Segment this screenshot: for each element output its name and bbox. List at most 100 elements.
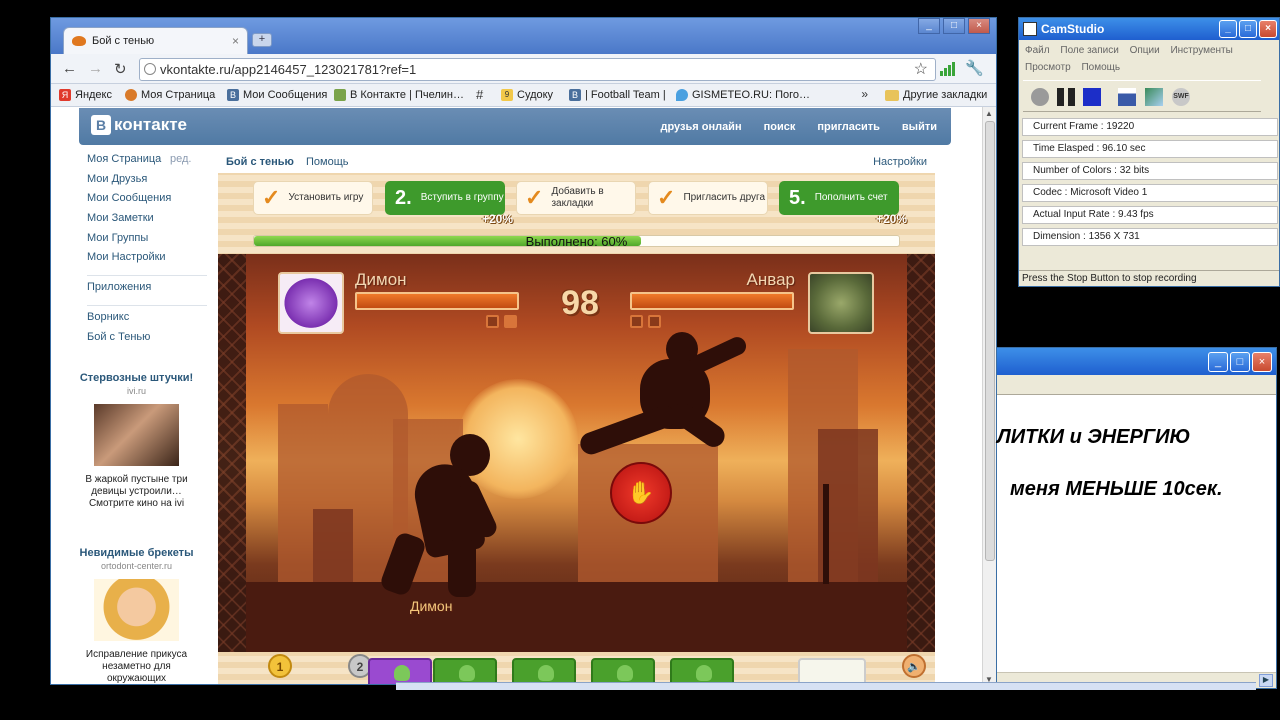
game-canvas[interactable]: Димон 98 Анвар ✋ Димон: [218, 254, 935, 652]
friend-slot[interactable]: [670, 658, 734, 684]
player-right-round-pip: [648, 315, 661, 328]
hit-button[interactable]: ✋: [610, 462, 672, 524]
menu-item[interactable]: Мои Заметки: [87, 212, 207, 232]
app-name-link[interactable]: Бой с тенью: [226, 156, 294, 168]
bookmark-yandex[interactable]: Я Яндекс: [59, 89, 112, 101]
minimize-button[interactable]: _: [1219, 20, 1237, 38]
signal-bars-icon[interactable]: [940, 62, 956, 76]
ad-description: В жаркой пустыне три девицы устроили… См…: [85, 474, 188, 509]
forward-arrow-icon[interactable]: →: [88, 60, 103, 77]
menu-file[interactable]: Файл: [1025, 45, 1050, 56]
window-controls: _ □ ×: [1208, 352, 1272, 372]
menu-options[interactable]: Опции: [1130, 45, 1160, 56]
scroll-right-arrow-icon[interactable]: ▶: [1259, 674, 1273, 687]
page-scrollbar[interactable]: ▲ ▼: [982, 107, 996, 684]
menu-item[interactable]: Бой с Тенью: [87, 331, 207, 351]
menu-item[interactable]: Мои Друзья: [87, 173, 207, 193]
settings-link[interactable]: Настройки: [873, 156, 927, 168]
swf-icon[interactable]: SWF: [1172, 88, 1190, 106]
bookmark-football-team[interactable]: В | Football Team |: [569, 89, 666, 101]
vk-logo[interactable]: B контакте: [91, 115, 187, 135]
nav-invite[interactable]: пригласить: [817, 121, 880, 133]
close-button[interactable]: ×: [1252, 352, 1272, 372]
friend-slot[interactable]: [433, 658, 497, 684]
nav-search[interactable]: поиск: [764, 121, 796, 133]
ad-image[interactable]: [94, 579, 179, 641]
back-arrow-icon[interactable]: ←: [62, 60, 77, 77]
maximize-button[interactable]: □: [1230, 352, 1250, 372]
task-top-up[interactable]: 5. Пополнить счет +20%: [779, 181, 907, 225]
stat-input-rate: Actual Input Rate : 9.43 fps: [1022, 206, 1278, 224]
reload-icon[interactable]: ↻: [114, 60, 127, 78]
friend-slot[interactable]: [591, 658, 655, 684]
left-fighter-leg: [448, 539, 476, 597]
page-icon: [144, 63, 156, 75]
maximize-button[interactable]: □: [1239, 20, 1257, 38]
menu-item[interactable]: Моя Страница ред.: [87, 153, 207, 173]
minimize-button[interactable]: _: [918, 18, 940, 34]
other-bookmarks[interactable]: Другие закладки: [885, 89, 987, 101]
player-right-health-bar: [630, 292, 794, 310]
ad-block[interactable]: Невидимые брекеты ortodont-center.ru Исп…: [79, 547, 194, 684]
edit-link[interactable]: ред.: [170, 153, 191, 165]
stop-button[interactable]: [1083, 88, 1101, 106]
annotation-icon[interactable]: [1118, 88, 1136, 106]
bookmark-gismeteo[interactable]: GISMETEO.RU: Пого…: [676, 89, 810, 101]
scroll-up-arrow-icon[interactable]: ▲: [985, 109, 993, 118]
screen-icon[interactable]: [1145, 88, 1163, 106]
new-tab-button[interactable]: +: [252, 33, 272, 47]
task-install-game[interactable]: ✓ Установить игру: [253, 181, 373, 215]
bookmark-messages[interactable]: В Мои Сообщения: [227, 89, 327, 101]
ad-image[interactable]: [94, 404, 179, 466]
menu-region[interactable]: Поле записи: [1060, 45, 1118, 56]
tab-close-icon[interactable]: ×: [232, 34, 239, 48]
url-text: vkontakte.ru/app2146457_123021781?ref=1: [160, 62, 417, 77]
vk-icon: В: [569, 89, 581, 101]
nav-friends-online[interactable]: друзья онлайн: [660, 121, 741, 133]
address-bar[interactable]: vkontakte.ru/app2146457_123021781?ref=1: [139, 58, 936, 81]
bookmark-vkontakte[interactable]: В Контакте | Пчелин…: [334, 89, 464, 101]
ad-title[interactable]: Невидимые брекеты: [79, 547, 194, 560]
game-bottom-bar: 1 2 🔈: [218, 652, 935, 684]
browser-tab[interactable]: Бой с тенью ×: [63, 27, 248, 54]
record-button[interactable]: [1031, 88, 1049, 106]
task-join-group[interactable]: 2. Вступить в группу +20%: [385, 181, 513, 225]
menu-item[interactable]: Ворникс: [87, 311, 207, 331]
close-button[interactable]: ×: [1259, 20, 1277, 38]
menu-item[interactable]: Мои Сообщения: [87, 192, 207, 212]
menu-item[interactable]: Мои Группы: [87, 232, 207, 252]
ad-block[interactable]: Стервозные штучки! ivi.ru В жаркой пусты…: [79, 372, 194, 510]
menu-item[interactable]: Мои Настройки: [87, 251, 207, 271]
help-link[interactable]: Помощь: [306, 156, 349, 168]
close-button[interactable]: ×: [968, 18, 990, 34]
minimize-button[interactable]: _: [1208, 352, 1228, 372]
task-invite-friend[interactable]: ✓ Пригласить друга: [648, 181, 768, 215]
task-add-bookmarks[interactable]: ✓ Добавить в закладки: [516, 181, 636, 215]
menu-help[interactable]: Помощь: [1081, 62, 1120, 73]
ad-title[interactable]: Стервозные штучки!: [79, 372, 194, 385]
left-scaffold: [218, 254, 246, 652]
bonus-badge: +20%: [875, 212, 907, 226]
sound-icon[interactable]: 🔈: [902, 654, 926, 678]
drop-icon: [676, 89, 688, 101]
invite-slot[interactable]: [798, 658, 866, 684]
bookmark-hash[interactable]: #: [476, 88, 492, 101]
friend-slot[interactable]: [512, 658, 576, 684]
pause-button[interactable]: [1057, 88, 1075, 106]
player-left-health-bar: [355, 292, 519, 310]
wrench-icon[interactable]: 🔧: [965, 59, 984, 77]
paw-icon: [72, 36, 86, 46]
bookmark-star-icon[interactable]: ☆: [914, 59, 928, 79]
scroll-thumb[interactable]: [985, 121, 995, 561]
menu-view[interactable]: Просмотр: [1025, 62, 1071, 73]
bookmark-my-page[interactable]: Моя Страница: [125, 89, 215, 101]
bookmarks-bar: Я Яндекс Моя Страница В Мои Сообщения В Ко…: [51, 84, 996, 107]
menu-tools[interactable]: Инструменты: [1170, 45, 1232, 56]
menu-item[interactable]: Приложения: [87, 281, 207, 301]
nav-logout[interactable]: выйти: [902, 121, 937, 133]
camstudio-app-icon: [1023, 22, 1037, 36]
bookmark-sudoku[interactable]: 9 Судоку: [501, 89, 553, 101]
maximize-button[interactable]: □: [943, 18, 965, 34]
friend-slot[interactable]: [368, 658, 432, 684]
bookmarks-overflow-chevron[interactable]: »: [861, 87, 868, 101]
